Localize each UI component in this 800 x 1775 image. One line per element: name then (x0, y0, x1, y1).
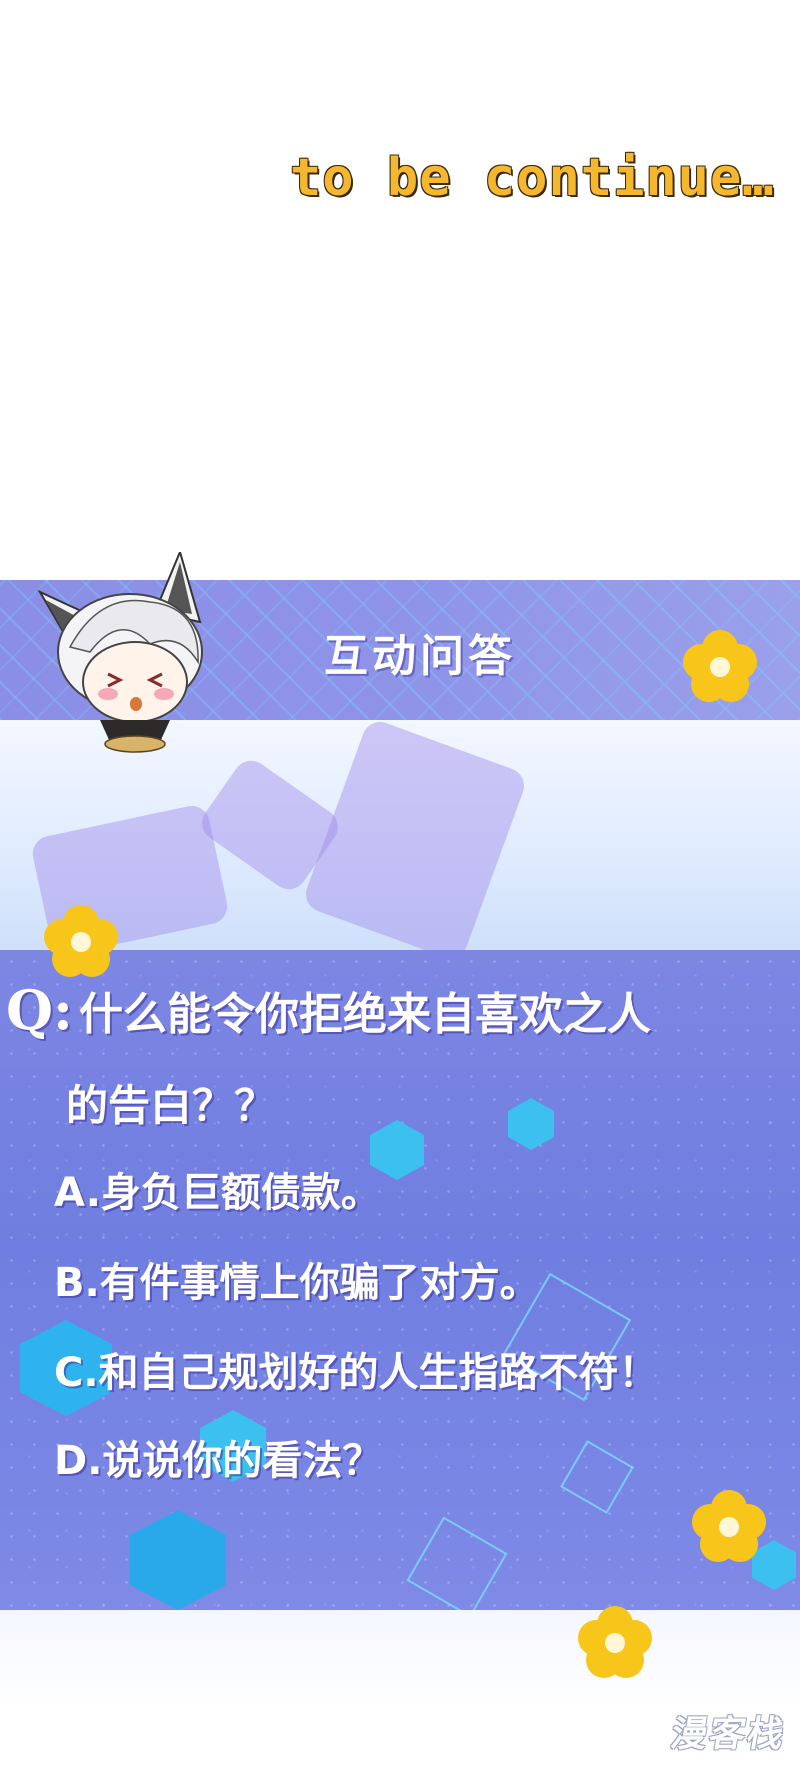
question-line-1: Q: 什么能令你拒绝来自喜欢之人 (6, 978, 651, 1042)
fox-boy-chibi (37, 552, 203, 753)
flower-icon (44, 905, 118, 979)
option-c: C.和自己规划好的人生指路不符！ (54, 1350, 659, 1396)
option-b: B.有件事情上你骗了对方。 (54, 1260, 540, 1306)
question-label: Q: (6, 978, 73, 1042)
site-watermark: 漫客栈 (667, 1714, 789, 1755)
to-be-continued-caption: to be continue… (290, 148, 775, 208)
question-text: 什么能令你拒绝来自喜欢之人 (78, 989, 651, 1040)
flower-icon (578, 1606, 652, 1680)
flower-icon (692, 1490, 766, 1564)
flower-icon (683, 630, 757, 704)
option-d: D.说说你的看法？ (54, 1438, 383, 1484)
question-line-2: 的告白？？ (66, 1081, 277, 1130)
option-a: A.身负巨额债款。 (54, 1170, 381, 1216)
